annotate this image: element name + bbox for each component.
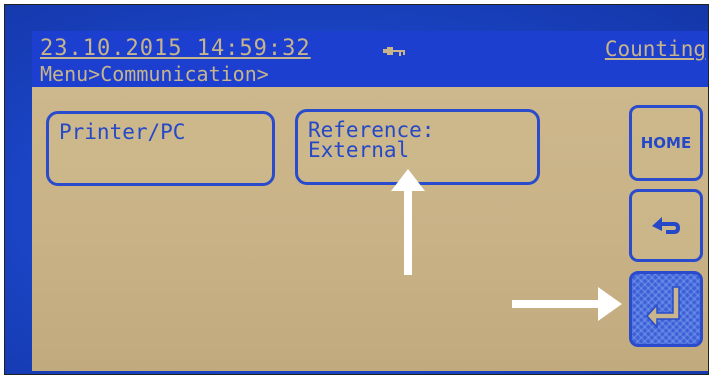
reference-value: External	[308, 138, 410, 162]
printer-pc-label: Printer/PC	[59, 120, 186, 144]
enter-arrow-icon	[645, 286, 680, 329]
back-button[interactable]	[629, 189, 703, 262]
return-arrow-icon	[652, 216, 680, 234]
breadcrumb: Menu>Communication>	[40, 62, 269, 86]
enter-button[interactable]	[629, 271, 703, 347]
mode-status: Counting	[604, 37, 706, 61]
annotation-up-arrow-icon	[391, 169, 425, 275]
printer-pc-tile[interactable]: Printer/PC	[46, 111, 275, 186]
home-label: HOME	[640, 134, 692, 152]
status-bar: 23.10.2015 14:59:32 Counting Menu>Commun…	[32, 31, 708, 87]
lcd-screen: 23.10.2015 14:59:32 Counting Menu>Commun…	[32, 31, 708, 371]
annotation-right-arrow-icon	[512, 287, 622, 321]
home-button[interactable]: HOME	[629, 105, 703, 181]
datetime: 23.10.2015 14:59:32	[40, 36, 311, 61]
status-row: 23.10.2015 14:59:32	[40, 37, 311, 61]
reference-label: Reference:	[308, 118, 435, 142]
device-display-frame: 23.10.2015 14:59:32 Counting Menu>Commun…	[4, 4, 709, 375]
key-plug-icon	[383, 47, 405, 56]
